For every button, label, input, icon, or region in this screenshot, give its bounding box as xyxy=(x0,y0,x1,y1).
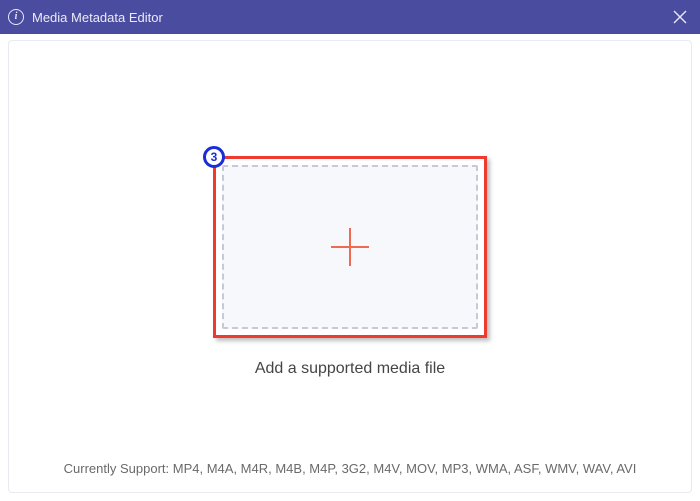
window-titlebar: i Media Metadata Editor xyxy=(0,0,700,34)
step-badge: 3 xyxy=(203,146,225,168)
supported-formats-text: Currently Support: MP4, M4A, M4R, M4B, M… xyxy=(9,461,691,476)
titlebar-left: i Media Metadata Editor xyxy=(8,9,163,25)
drop-wrapper: 3 Add a supported media file xyxy=(213,156,487,378)
window-title: Media Metadata Editor xyxy=(32,10,163,25)
close-button[interactable] xyxy=(670,7,690,27)
file-drop-zone[interactable] xyxy=(222,165,478,329)
info-icon: i xyxy=(8,9,24,25)
drop-highlight-frame xyxy=(213,156,487,338)
plus-icon xyxy=(327,224,373,270)
content-panel: 3 Add a supported media file Currently S… xyxy=(8,40,692,493)
close-icon xyxy=(673,10,687,24)
drop-caption: Add a supported media file xyxy=(213,360,487,378)
